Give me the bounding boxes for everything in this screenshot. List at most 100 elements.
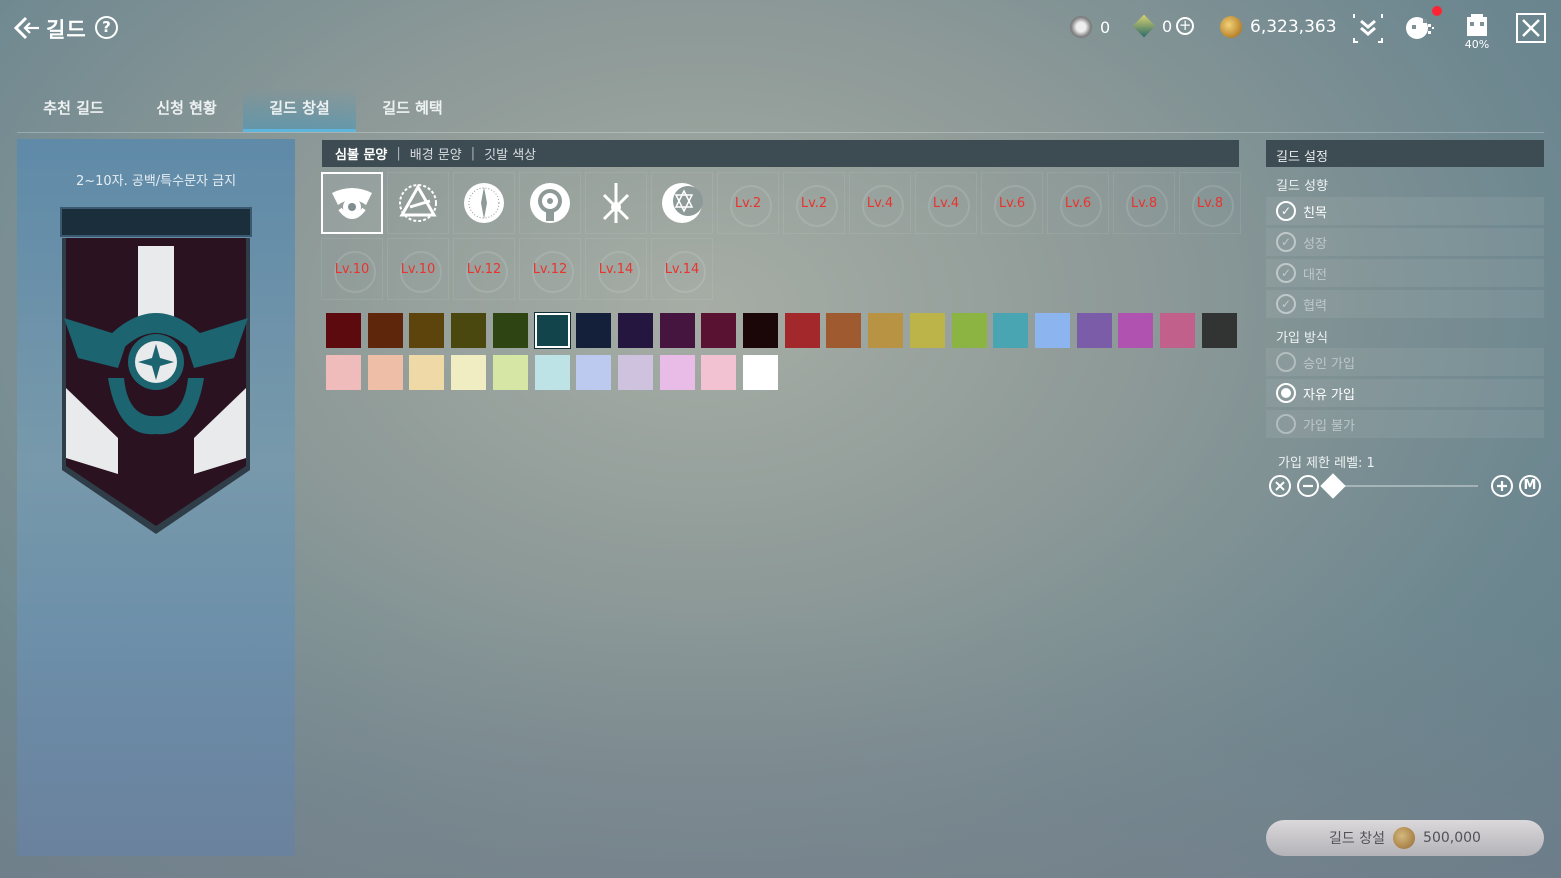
subtab-symbol[interactable]: 심볼 문양 — [335, 144, 387, 163]
color-swatch[interactable] — [367, 313, 403, 348]
color-swatch[interactable] — [1201, 313, 1237, 348]
tab-create-guild[interactable]: 길드 창설 — [243, 88, 356, 132]
lock-level: Lv.14 — [598, 261, 634, 277]
main-tabs: 추천 길드 신청 현황 길드 창설 길드 혜택 — [17, 88, 469, 132]
locked-symbol[interactable]: Lv.14 — [651, 238, 713, 300]
close-button[interactable] — [1516, 13, 1546, 43]
tendency-option-cooperation[interactable]: ✓ 협력 — [1266, 290, 1544, 318]
back-button[interactable] — [12, 14, 40, 42]
max-level-button[interactable]: M — [1519, 475, 1541, 497]
expand-menu-button[interactable] — [1352, 12, 1384, 44]
color-swatch[interactable] — [451, 355, 487, 390]
create-guild-cost: 500,000 — [1423, 830, 1481, 846]
guild-name-input[interactable] — [60, 207, 252, 237]
symbol-option[interactable] — [321, 172, 383, 234]
tab-application-status[interactable]: 신청 현황 — [130, 88, 243, 132]
close-icon — [1522, 19, 1540, 37]
color-swatch[interactable] — [1034, 313, 1070, 348]
decrease-level-button[interactable] — [1297, 475, 1319, 497]
plus-icon — [1497, 481, 1507, 491]
tab-guild-benefits[interactable]: 길드 혜택 — [356, 88, 469, 132]
locked-symbol[interactable]: Lv.4 — [915, 172, 977, 234]
color-swatch[interactable] — [743, 355, 778, 390]
locked-symbol[interactable]: Lv.12 — [519, 238, 581, 300]
color-swatch[interactable] — [576, 355, 612, 390]
color-swatch[interactable] — [1160, 313, 1195, 348]
color-swatch[interactable] — [951, 313, 987, 348]
pixel-menu-button[interactable] — [1404, 6, 1442, 44]
symbol-option[interactable] — [387, 172, 449, 234]
locked-symbol[interactable]: Lv.8 — [1113, 172, 1175, 234]
locked-symbol[interactable]: Lv.10 — [321, 238, 383, 300]
level-slider-handle[interactable] — [1320, 473, 1346, 499]
currency-1-value: 0 — [1100, 17, 1111, 37]
join-option-closed[interactable]: 가입 불가 — [1266, 410, 1544, 438]
color-swatch[interactable] — [326, 313, 361, 348]
color-swatch[interactable] — [409, 355, 445, 390]
locked-symbol[interactable]: Lv.6 — [981, 172, 1043, 234]
locked-symbol[interactable]: Lv.8 — [1179, 172, 1241, 234]
locked-symbol[interactable]: Lv.2 — [717, 172, 779, 234]
add-currency-button[interactable]: + — [1176, 17, 1195, 35]
inventory-percent: 40% — [1464, 38, 1490, 51]
subtab-background[interactable]: 배경 문양 — [410, 144, 462, 163]
color-swatch[interactable] — [576, 313, 612, 348]
color-swatch[interactable] — [701, 313, 737, 348]
color-swatch[interactable] — [492, 355, 528, 390]
symbol-option[interactable] — [585, 172, 647, 234]
color-swatch[interactable] — [701, 355, 737, 390]
symbol-option[interactable] — [651, 172, 713, 234]
increase-level-button[interactable] — [1491, 475, 1513, 497]
radio-icon — [1276, 414, 1296, 434]
tab-recommended-guilds[interactable]: 추천 길드 — [17, 88, 130, 132]
name-rule-text: 2~10자. 공백/특수문자 금지 — [75, 174, 237, 189]
locked-symbol[interactable]: Lv.2 — [783, 172, 845, 234]
gold-value: 6,323,363 — [1250, 17, 1337, 37]
color-swatch[interactable] — [533, 312, 571, 349]
color-swatch[interactable] — [326, 355, 361, 390]
color-swatch[interactable] — [909, 313, 945, 348]
join-option-approval[interactable]: 승인 가입 — [1266, 348, 1544, 376]
symbol-option[interactable] — [519, 172, 581, 234]
help-button[interactable]: ? — [95, 16, 118, 39]
color-swatch[interactable] — [451, 313, 487, 348]
emblem-star-moon-icon — [662, 183, 703, 223]
color-swatch[interactable] — [826, 313, 862, 348]
join-method-label: 가입 방식 — [1276, 331, 1328, 346]
locked-symbol[interactable]: Lv.12 — [453, 238, 515, 300]
color-swatch[interactable] — [659, 313, 695, 348]
join-option-free[interactable]: 자유 가입 — [1266, 379, 1544, 407]
tendency-option-growth[interactable]: ✓ 성장 — [1266, 228, 1544, 256]
subtab-flag-color[interactable]: 깃발 색상 — [484, 144, 536, 163]
inventory-button[interactable]: 40% — [1460, 12, 1494, 54]
color-swatch[interactable] — [409, 313, 445, 348]
tendency-option-friendship[interactable]: ✓ 친목 — [1266, 197, 1544, 225]
color-swatch[interactable] — [534, 355, 570, 390]
subtab-separator: | — [396, 146, 401, 161]
color-swatch[interactable] — [617, 355, 653, 390]
color-swatch[interactable] — [743, 313, 778, 348]
color-swatch[interactable] — [492, 313, 528, 348]
currency-1: 0 — [1070, 16, 1110, 38]
color-swatch[interactable] — [617, 313, 653, 348]
level-limit-label: 가입 제한 레벨: 1 — [1278, 456, 1375, 471]
locked-symbol[interactable]: Lv.10 — [387, 238, 449, 300]
tendency-option-battle[interactable]: ✓ 대전 — [1266, 259, 1544, 287]
locked-symbol[interactable]: Lv.6 — [1047, 172, 1109, 234]
symbol-option[interactable] — [453, 172, 515, 234]
reset-level-button[interactable] — [1269, 475, 1291, 497]
locked-symbol[interactable]: Lv.4 — [849, 172, 911, 234]
currency-2-value: 0 — [1162, 16, 1173, 36]
color-swatch[interactable] — [784, 313, 820, 348]
create-guild-button[interactable]: 길드 창설 500,000 — [1266, 820, 1544, 856]
medal-icon — [1070, 16, 1092, 38]
color-swatch[interactable] — [993, 313, 1029, 348]
locked-symbol[interactable]: Lv.14 — [585, 238, 647, 300]
chest-icon — [1467, 14, 1487, 36]
level-slider-track[interactable] — [1340, 485, 1478, 487]
color-swatch[interactable] — [1076, 313, 1112, 348]
color-swatch[interactable] — [659, 355, 695, 390]
color-swatch[interactable] — [367, 355, 403, 390]
color-swatch[interactable] — [1118, 313, 1154, 348]
color-swatch[interactable] — [868, 313, 904, 348]
